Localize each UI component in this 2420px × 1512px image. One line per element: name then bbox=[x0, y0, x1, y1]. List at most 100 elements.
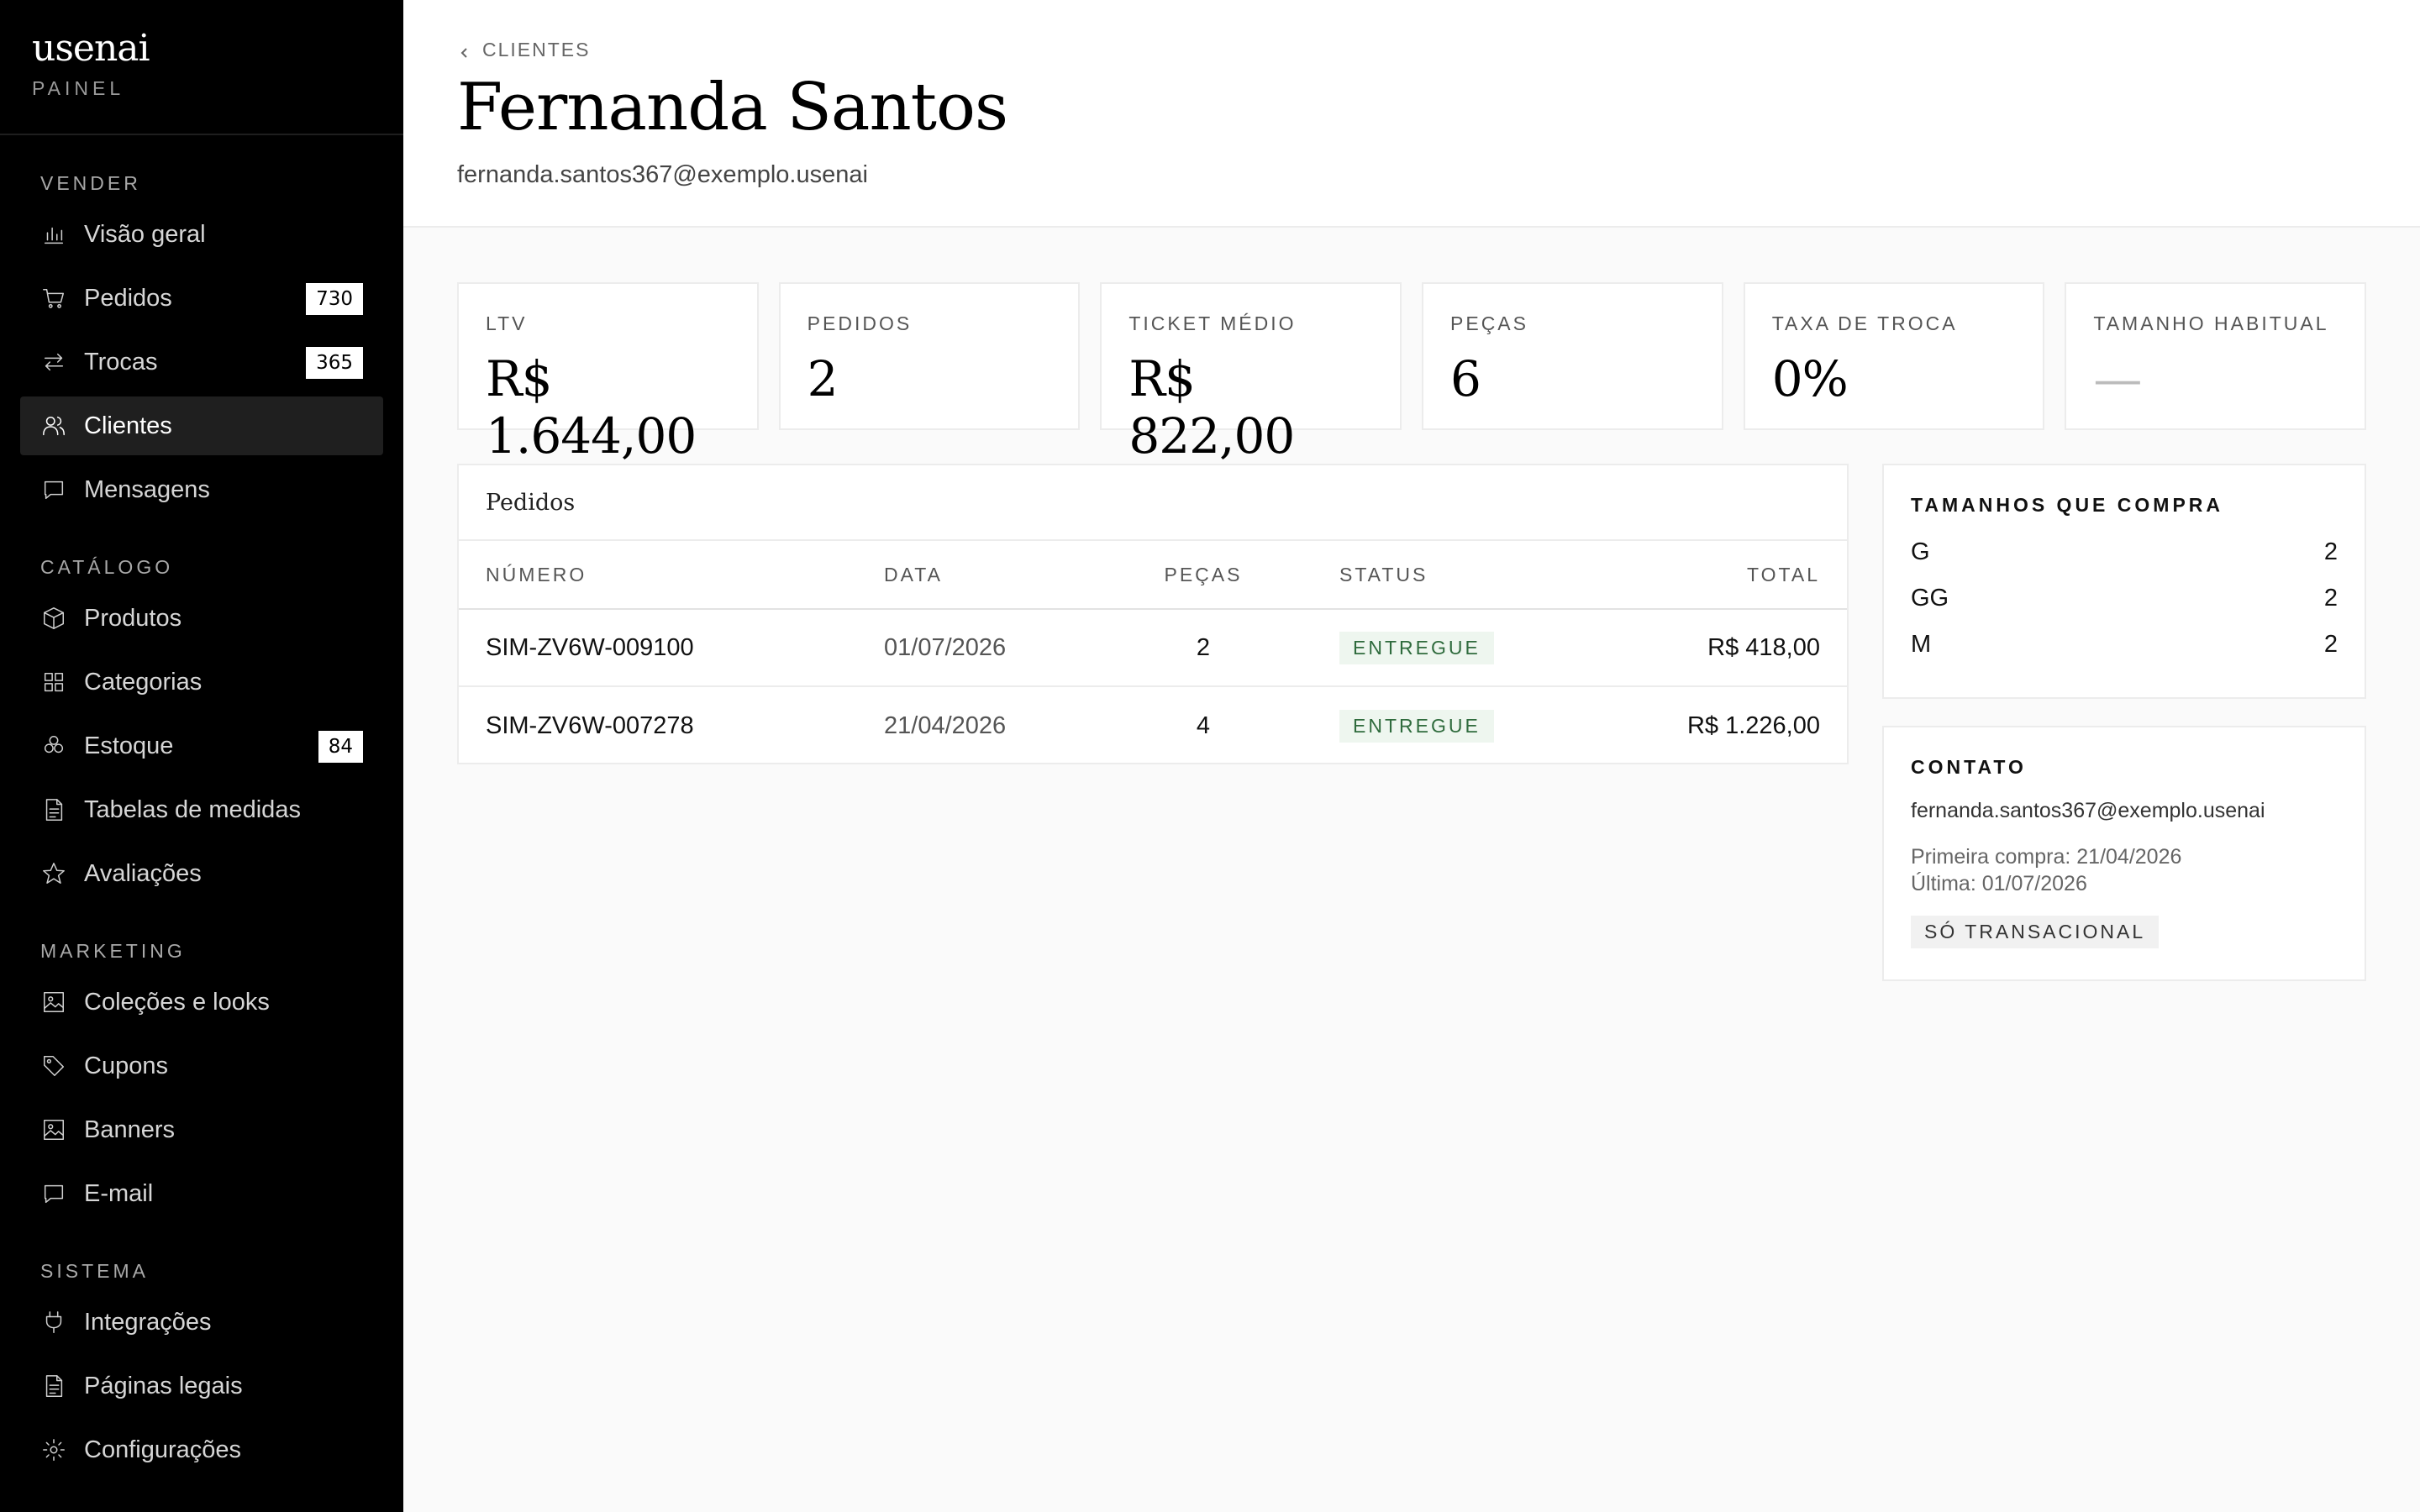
image-icon bbox=[40, 989, 67, 1016]
consent-tag: SÓ TRANSACIONAL bbox=[1911, 916, 2160, 948]
status-badge: ENTREGUE bbox=[1339, 631, 1494, 664]
order-number[interactable]: SIM-ZV6W-009100 bbox=[459, 634, 884, 662]
users-icon bbox=[40, 412, 67, 439]
table-row[interactable]: SIM-ZV6W-007278 21/04/2026 4 ENTREGUE R$… bbox=[459, 687, 1847, 764]
stat-card-average-ticket: TICKET MÉDIO R$ 822,00 bbox=[1100, 282, 1402, 465]
order-number[interactable]: SIM-ZV6W-007278 bbox=[459, 712, 884, 740]
bar-chart-icon bbox=[40, 221, 67, 248]
sidebar: usenai PAINEL VENDER Visão geral Pedidos 73… bbox=[0, 0, 403, 1512]
sidebar-item-produtos[interactable]: Produtos bbox=[20, 589, 383, 648]
sidebar-item-tabelas-de-medidas[interactable]: Tabelas de medidas bbox=[20, 780, 383, 839]
sidebar-item-pedidos[interactable]: Pedidos 730 bbox=[20, 269, 383, 328]
nav-section-heading: VENDER bbox=[40, 172, 141, 194]
sidebar-item-configuracoes[interactable]: Configurações bbox=[20, 1420, 383, 1479]
size-count: 2 bbox=[2323, 631, 2338, 658]
sidebar-item-label: Pedidos bbox=[84, 284, 172, 312]
column-header-pieces: PEÇAS bbox=[1164, 563, 1243, 585]
gear-icon bbox=[40, 1436, 67, 1463]
status-badge: ENTREGUE bbox=[1339, 709, 1494, 743]
brand-subtitle: PAINEL bbox=[32, 77, 125, 100]
sidebar-item-trocas[interactable]: Trocas 365 bbox=[20, 333, 383, 391]
sidebar-item-banners[interactable]: Banners bbox=[20, 1100, 383, 1159]
order-total: R$ 1.226,00 bbox=[1686, 711, 1820, 739]
count-badge: 365 bbox=[306, 347, 363, 379]
customer-email: fernanda.santos367@exemplo.usenai bbox=[457, 161, 868, 188]
order-total: R$ 418,00 bbox=[1707, 633, 1820, 661]
message-icon bbox=[40, 1180, 67, 1207]
nav-section-heading: SISTEMA bbox=[40, 1260, 149, 1282]
sidebar-item-visao-geral[interactable]: Visão geral bbox=[20, 205, 383, 264]
stat-label: TICKET MÉDIO bbox=[1128, 312, 1297, 334]
sidebar-item-label: Produtos bbox=[84, 604, 182, 632]
sidebar-item-label: Mensagens bbox=[84, 475, 210, 503]
sidebar-item-paginas-legais[interactable]: Páginas legais bbox=[20, 1357, 383, 1415]
stack-icon bbox=[40, 732, 67, 759]
stats-row: LTV R$ 1.644,00 PEDIDOS 2 TICKET MÉDIO R… bbox=[457, 282, 2367, 465]
order-status: ENTREGUE bbox=[1270, 631, 1607, 664]
sidebar-item-label: Banners bbox=[84, 1116, 176, 1143]
size-count: 2 bbox=[2323, 585, 2338, 612]
document-icon bbox=[40, 796, 67, 823]
sidebar-item-label: E-mail bbox=[84, 1179, 154, 1207]
contact-panel-title: CONTATO bbox=[1911, 756, 2027, 778]
nav-section-heading: CATÁLOGO bbox=[40, 556, 174, 578]
contact-email[interactable]: fernanda.santos367@exemplo.usenai bbox=[1911, 799, 2338, 823]
column-header-total: TOTAL bbox=[1747, 563, 1820, 585]
last-purchase: Última: 01/07/2026 bbox=[1911, 872, 2087, 895]
sizes-panel-title: TAMANHOS QUE COMPRA bbox=[1911, 494, 2224, 516]
sidebar-item-label: Configurações bbox=[84, 1436, 241, 1463]
plug-icon bbox=[40, 1309, 67, 1336]
count-badge: 84 bbox=[318, 731, 363, 763]
column-header-date: DATA bbox=[884, 563, 943, 585]
size-label: G bbox=[1911, 538, 1930, 565]
sidebar-item-label: Estoque bbox=[84, 732, 174, 759]
document-icon bbox=[40, 1373, 67, 1399]
stat-value: R$ 1.644,00 bbox=[486, 350, 697, 465]
stat-card-usual-size: TAMANHO HABITUAL — bbox=[2065, 282, 2367, 430]
stat-label: PEDIDOS bbox=[807, 312, 913, 334]
orders-title: Pedidos bbox=[459, 465, 1847, 541]
tag-icon bbox=[40, 1053, 67, 1079]
brand: usenai PAINEL bbox=[0, 0, 403, 135]
sidebar-item-mensagens[interactable]: Mensagens bbox=[20, 460, 383, 519]
first-purchase: Primeira compra: 21/04/2026 bbox=[1911, 845, 2182, 869]
breadcrumb-back-link[interactable]: CLIENTES bbox=[457, 39, 590, 61]
orders-table: Pedidos NÚMERO DATA PEÇAS STATUS TOTAL S… bbox=[457, 464, 1849, 764]
sidebar-item-clientes[interactable]: Clientes bbox=[20, 396, 383, 455]
order-date: 01/07/2026 bbox=[884, 633, 1007, 661]
page-header: CLIENTES Fernanda Santos fernanda.santos… bbox=[403, 0, 2420, 228]
sidebar-item-label: Categorias bbox=[84, 668, 203, 696]
message-icon bbox=[40, 476, 67, 503]
count-badge: 730 bbox=[306, 283, 363, 315]
sidebar-item-e-mail[interactable]: E-mail bbox=[20, 1164, 383, 1223]
sidebar-item-label: Clientes bbox=[84, 412, 172, 439]
sidebar-item-colecoes-e-looks[interactable]: Coleções e looks bbox=[20, 973, 383, 1032]
contact-dates: Primeira compra: 21/04/2026 Última: 01/0… bbox=[1911, 843, 2338, 897]
list-item: M 2 bbox=[1911, 631, 2338, 659]
brand-logo[interactable]: usenai bbox=[32, 28, 371, 69]
table-row[interactable]: SIM-ZV6W-009100 01/07/2026 2 ENTREGUE R$… bbox=[459, 610, 1847, 687]
sidebar-nav: VENDER Visão geral Pedidos 730 Trocas 365 Clie… bbox=[0, 172, 403, 1479]
nav-section-sistema: SISTEMA Integrações Páginas legais Configur… bbox=[0, 1260, 403, 1479]
stat-value: 6 bbox=[1450, 350, 1481, 407]
sidebar-item-categorias[interactable]: Categorias bbox=[20, 653, 383, 711]
sidebar-item-label: Coleções e looks bbox=[84, 988, 270, 1016]
stat-card-pieces: PEÇAS 6 bbox=[1422, 282, 1723, 430]
stat-label: LTV bbox=[486, 312, 528, 334]
sidebar-item-label: Tabelas de medidas bbox=[84, 795, 301, 823]
size-label: M bbox=[1911, 631, 1932, 658]
sidebar-item-avaliacoes[interactable]: Avaliações bbox=[20, 844, 383, 903]
sidebar-item-cupons[interactable]: Cupons bbox=[20, 1037, 383, 1095]
cart-icon bbox=[40, 285, 67, 312]
order-pieces: 2 bbox=[1196, 633, 1211, 661]
order-status: ENTREGUE bbox=[1270, 709, 1607, 743]
stat-card-orders: PEDIDOS 2 bbox=[778, 282, 1081, 430]
stat-value: 0% bbox=[1771, 350, 1849, 407]
sidebar-item-estoque[interactable]: Estoque 84 bbox=[20, 717, 383, 775]
order-date: 21/04/2026 bbox=[884, 711, 1007, 739]
column-header-status: STATUS bbox=[1339, 563, 1428, 585]
sidebar-item-integracoes[interactable]: Integrações bbox=[20, 1293, 383, 1352]
size-label: GG bbox=[1911, 585, 1949, 612]
stat-value: — bbox=[2093, 350, 2142, 407]
sidebar-item-label: Visão geral bbox=[84, 220, 206, 248]
